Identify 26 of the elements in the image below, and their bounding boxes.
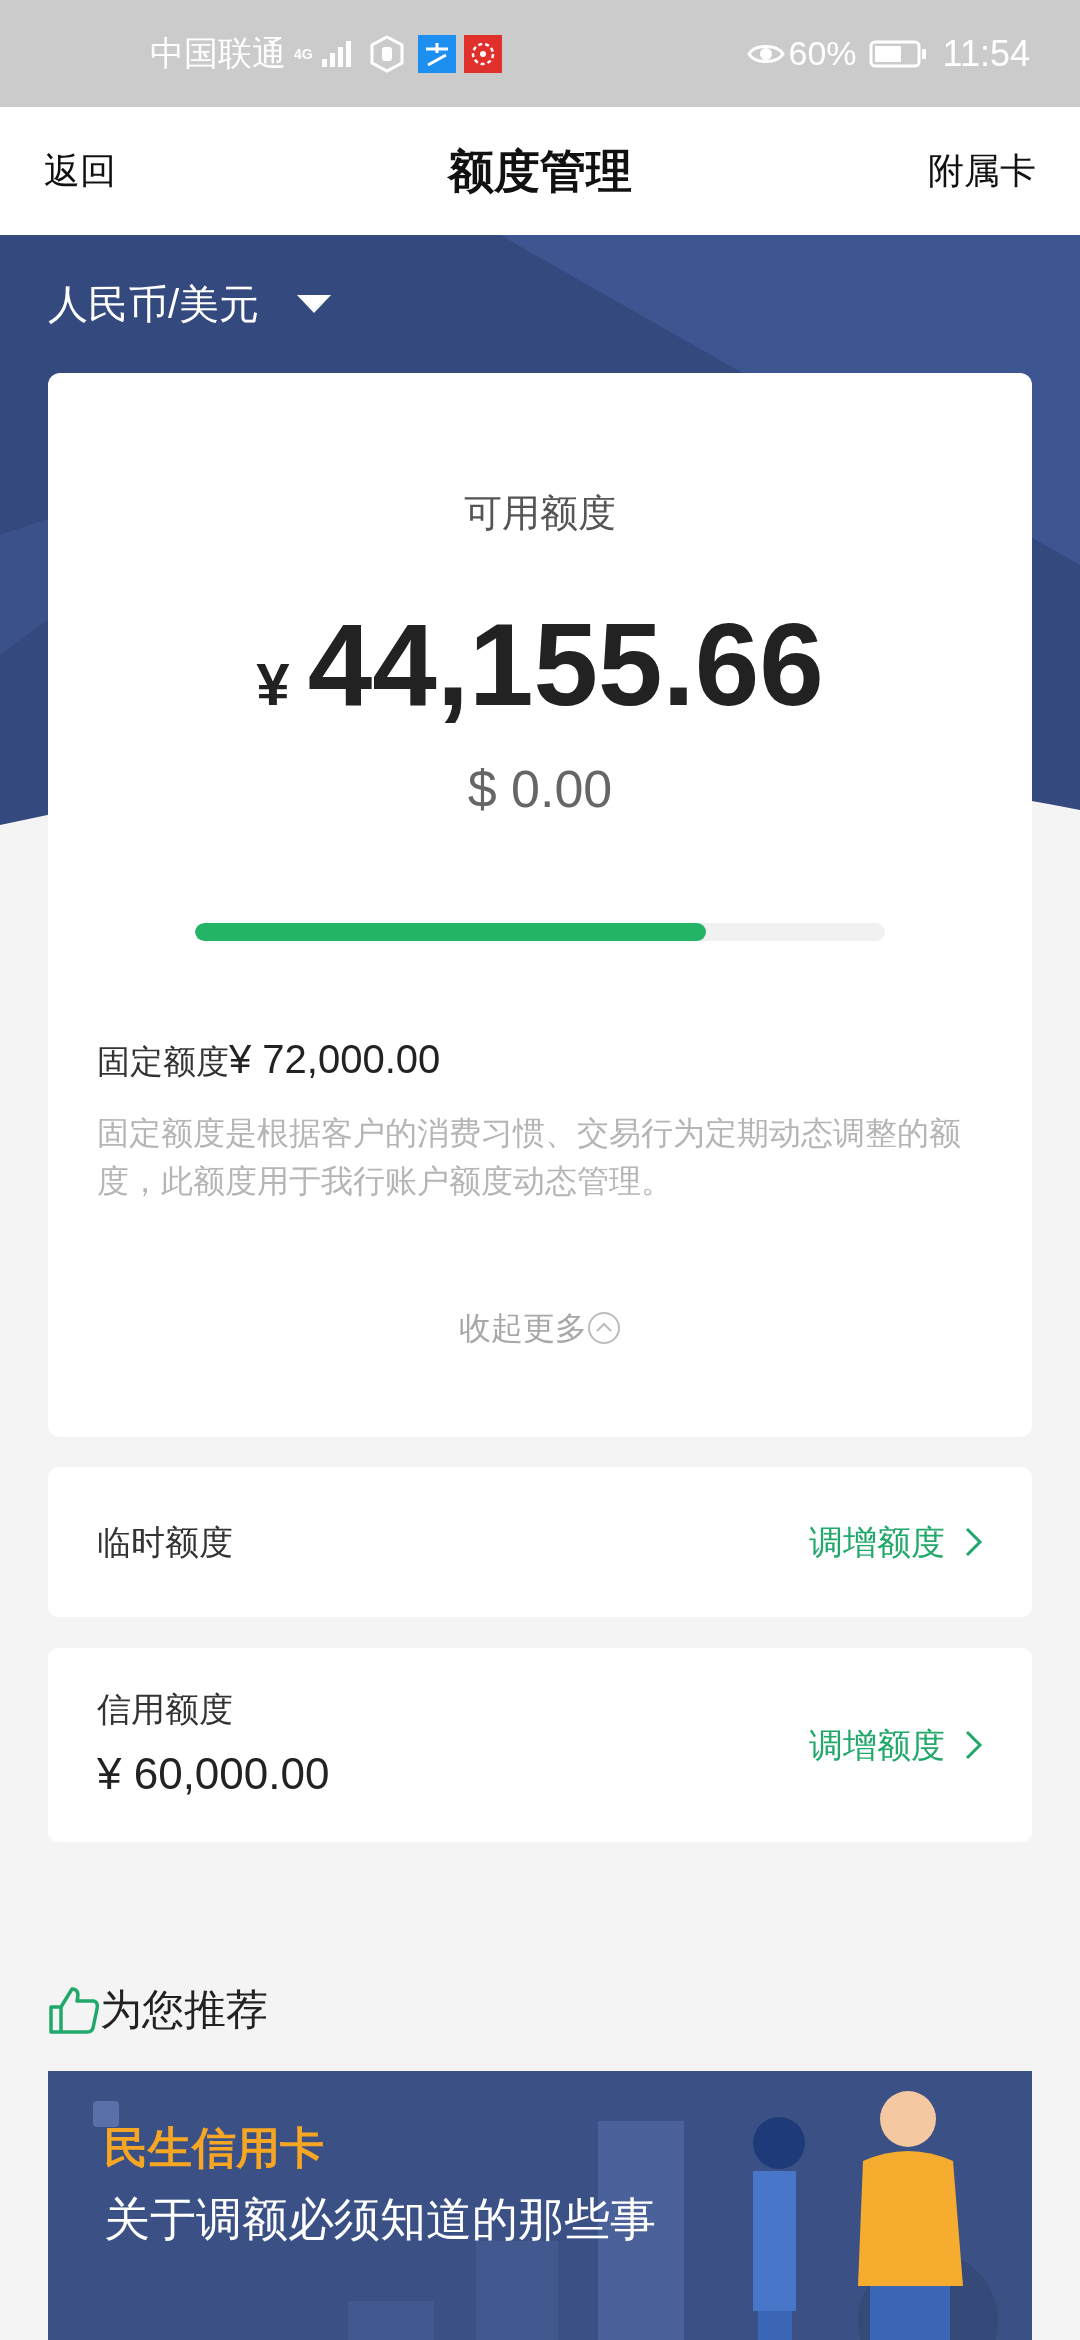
chevron-right-icon [965,1527,983,1557]
supplementary-card-button[interactable]: 附属卡 [928,144,1036,198]
limit-row[interactable]: 临时额度 调增额度 [48,1467,1032,1617]
limit-label: 信用额度 [97,1688,234,1730]
banner-brand: 民生信用卡 [104,2122,325,2174]
fixed-limit-label: 固定额度 [97,1042,229,1082]
back-button[interactable]: 返回 [44,144,116,198]
chevron-right-icon [965,1730,983,1760]
currency-dropdown[interactable]: 人民币/美元 [48,235,332,373]
page-title: 额度管理 [448,143,632,199]
available-amount: 44,155.66 [307,607,824,723]
fixed-limit-description: 固定额度是根据客户的消费习惯、交易行为定期动态调整的额度，此额度用于我行账户额度动态管理。 [97,1114,962,1201]
usd-amount: $ 0.00 [467,759,613,820]
fixed-limit-amount: ¥ 72,000.00 [229,1036,441,1083]
caret-icon [297,295,332,313]
thumbs-up-icon [48,1984,100,2035]
recommend-title: 为您推荐 [100,1985,268,2035]
available-limit-label: 可用额度 [464,491,616,536]
banner-headline: 关于调额必须知道的那些事 [104,2192,657,2247]
limit-amount: ¥ 60,000.00 [97,1747,330,1800]
app-icon [418,34,456,73]
battery-icon [868,39,927,68]
limit-label: 临时额度 [97,1521,233,1563]
limit-row[interactable]: 信用额度 ¥ 60,000.00 调增额度 [48,1648,1032,1842]
currency-symbol: ¥ [256,650,290,720]
chevron-up-icon [587,1311,621,1345]
